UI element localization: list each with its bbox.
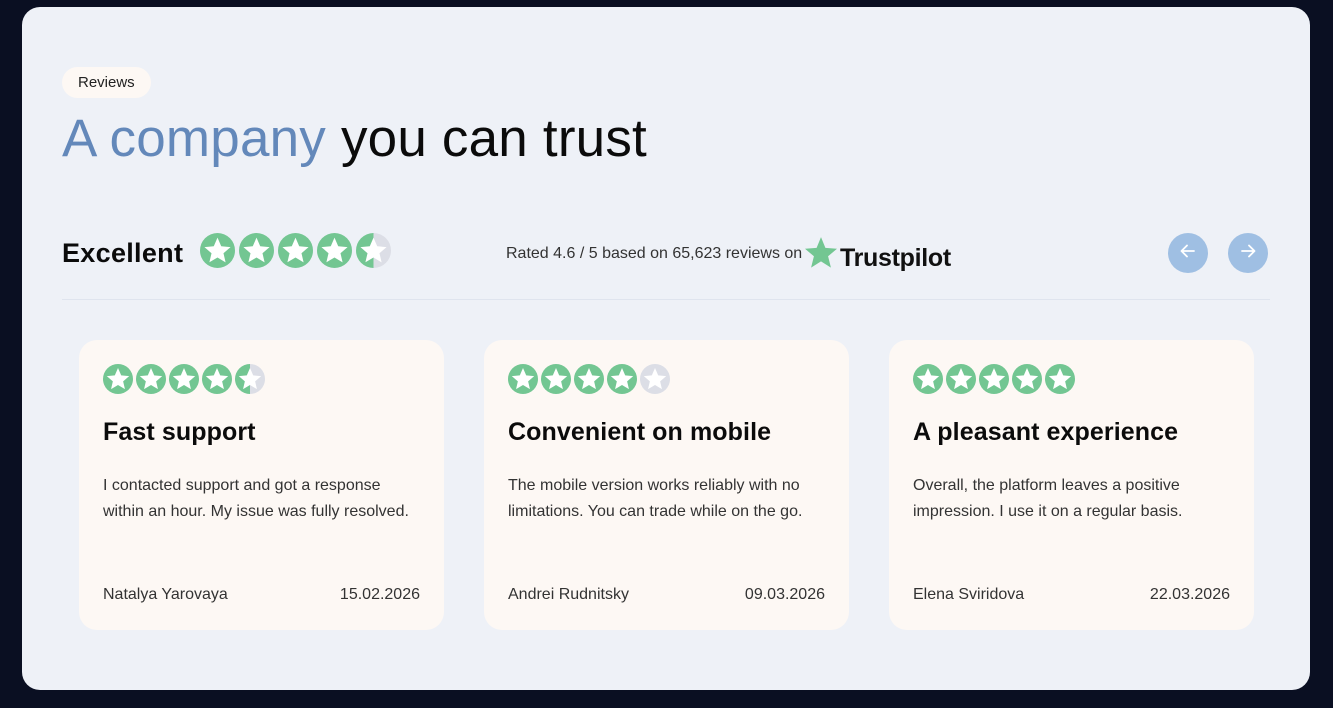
trustpilot-wordmark: Trustpilot (840, 243, 951, 272)
carousel-next-button[interactable] (1228, 233, 1268, 273)
star-icon (508, 364, 538, 394)
heading-rest: you can trust (326, 109, 647, 168)
star-icon (235, 364, 265, 394)
star-icon (278, 233, 313, 268)
star-icon (1012, 364, 1042, 394)
review-date: 09.03.2026 (744, 586, 825, 603)
review-author: Andrei Rudnitsky (508, 586, 629, 603)
review-star-rating (508, 364, 670, 394)
star-icon (1045, 364, 1075, 394)
rating-description: Rated 4.6 / 5 based on 65,623 reviews on (506, 245, 803, 262)
star-icon (356, 233, 391, 268)
star-icon (979, 364, 1009, 394)
trustpilot-logo: Trustpilot (804, 235, 951, 274)
carousel-prev-button[interactable] (1168, 233, 1208, 273)
review-card: A pleasant experience Overall, the platf… (889, 340, 1254, 630)
heading-accent: A company (62, 109, 327, 168)
star-icon (574, 364, 604, 394)
review-title: Fast support (103, 418, 256, 446)
star-icon (200, 233, 235, 268)
arrow-left-icon (1178, 241, 1198, 266)
section-divider (62, 299, 1270, 300)
summary-star-rating (200, 233, 391, 268)
star-icon (202, 364, 232, 394)
rating-summary-label: Excellent (62, 238, 184, 268)
review-title: Convenient on mobile (508, 418, 772, 446)
star-icon (239, 233, 274, 268)
star-icon (607, 364, 637, 394)
review-date: 22.03.2026 (1149, 586, 1230, 603)
star-icon (169, 364, 199, 394)
review-text: I contacted support and got a response w… (103, 477, 409, 520)
reviews-badge: Reviews (62, 67, 151, 98)
section-heading: A company you can trust (62, 107, 647, 171)
review-date: 15.02.2026 (339, 586, 420, 603)
review-author: Natalya Yarovaya (103, 586, 228, 603)
star-icon (946, 364, 976, 394)
star-icon (136, 364, 166, 394)
star-icon (541, 364, 571, 394)
star-icon (103, 364, 133, 394)
review-card: Fast support I contacted support and got… (79, 340, 444, 630)
arrow-right-icon (1238, 241, 1258, 266)
star-icon (640, 364, 670, 394)
trustpilot-star-icon (804, 235, 838, 274)
star-icon (317, 233, 352, 268)
review-star-rating (913, 364, 1075, 394)
review-author: Elena Sviridova (913, 586, 1025, 603)
review-text: Overall, the platform leaves a positive … (913, 477, 1183, 520)
star-icon (913, 364, 943, 394)
review-title: A pleasant experience (913, 418, 1179, 446)
review-star-rating (103, 364, 265, 394)
review-card: Convenient on mobile The mobile version … (484, 340, 849, 630)
reviews-section: Reviews A company you can trust Excellen… (22, 7, 1310, 690)
review-text: The mobile version works reliably with n… (508, 477, 803, 520)
